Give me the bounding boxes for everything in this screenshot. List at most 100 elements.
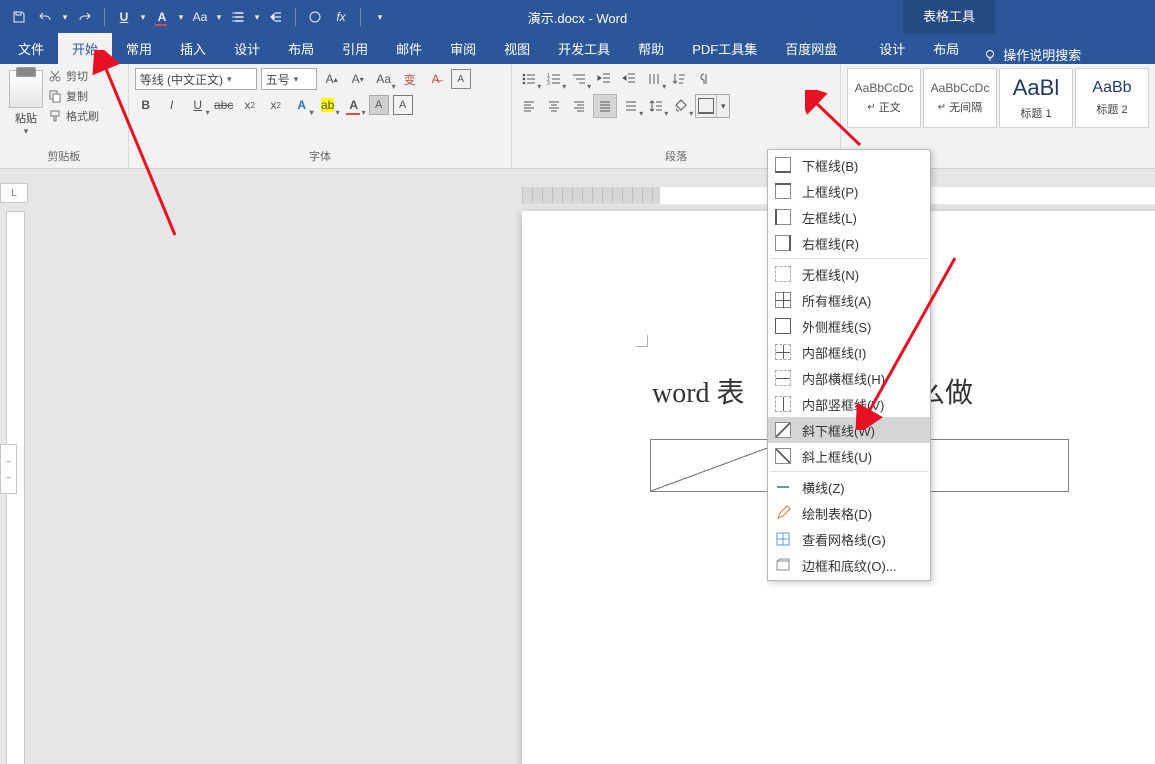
menu-borders-shading[interactable]: 边框和底纹(O)... [768, 552, 930, 578]
tab-help[interactable]: 帮助 [624, 33, 678, 64]
sort-button[interactable] [668, 68, 690, 90]
menu-border-diag-up[interactable]: 斜上框线(U) [768, 443, 930, 469]
list-dd-icon[interactable]: ▾ [253, 6, 261, 28]
quick-access-toolbar: ▾ U ▾ A ▾ Aa ▾ ▾ fx ▾ [0, 6, 391, 28]
multilevel-button[interactable]: ▾ [568, 68, 590, 90]
tab-mailings[interactable]: 邮件 [382, 33, 436, 64]
tab-table-design[interactable]: 设计 [865, 33, 919, 64]
save-icon[interactable] [8, 6, 30, 28]
cut-button[interactable]: 剪切 [48, 68, 99, 84]
changecase-dd-icon[interactable]: ▾ [215, 6, 223, 28]
hline-icon [774, 478, 792, 496]
tab-view[interactable]: 视图 [490, 33, 544, 64]
menu-border-left[interactable]: 左框线(L) [768, 204, 930, 230]
qat-customize-icon[interactable]: ▾ [369, 6, 391, 28]
indent-qat-icon[interactable] [265, 6, 287, 28]
decrease-indent-button[interactable] [593, 68, 615, 90]
tell-me-search[interactable]: 操作说明搜索 [983, 45, 1081, 64]
split-handle[interactable]: –– [0, 444, 17, 494]
menu-border-all[interactable]: 所有框线(A) [768, 287, 930, 313]
distribute-button[interactable]: ▾ [620, 95, 642, 117]
text-effects-button[interactable]: A▾ [291, 94, 313, 116]
menu-border-diag-down[interactable]: 斜下框线(W) [768, 417, 930, 443]
tab-layout[interactable]: 布局 [274, 33, 328, 64]
style-heading2[interactable]: AaBb 标题 2 [1075, 68, 1149, 128]
enclose-char-button[interactable]: A [451, 69, 471, 89]
borders-split-button[interactable]: ▾ [695, 94, 730, 118]
style-nospace[interactable]: AaBbCcDc ↵无间隔 [923, 68, 997, 128]
menu-border-bottom[interactable]: 下框线(B) [768, 152, 930, 178]
bold-button[interactable]: B [135, 94, 157, 116]
format-painter-button[interactable]: 格式刷 [48, 108, 99, 124]
changecase-qat-icon[interactable]: Aa [189, 6, 211, 28]
menu-border-none[interactable]: 无框线(N) [768, 261, 930, 287]
text-direction-button[interactable]: ▾ [643, 68, 665, 90]
undo-icon[interactable] [34, 6, 56, 28]
justify-button[interactable] [593, 94, 617, 118]
tab-pdf[interactable]: PDF工具集 [678, 33, 771, 64]
change-case-button[interactable]: Aa▾ [373, 68, 395, 90]
font-size-combo[interactable]: 五号▾ [261, 68, 317, 90]
borders-dropdown-arrow[interactable]: ▾ [716, 95, 729, 117]
redo-icon[interactable] [74, 6, 96, 28]
menu-border-inside-h[interactable]: 内部横框线(H) [768, 365, 930, 391]
tab-common[interactable]: 常用 [112, 33, 166, 64]
underline-button[interactable]: U▾ [187, 94, 209, 116]
font-name-combo[interactable]: 等线 (中文正文)▾ [135, 68, 257, 90]
copy-button[interactable]: 复制 [48, 88, 99, 104]
menu-border-inside[interactable]: 内部框线(I) [768, 339, 930, 365]
grow-font-button[interactable]: A▴ [321, 68, 343, 90]
highlight-button[interactable]: ab▾ [317, 94, 339, 116]
tab-file[interactable]: 文件 [4, 33, 58, 64]
tab-table-layout[interactable]: 布局 [919, 33, 973, 64]
tab-insert[interactable]: 插入 [166, 33, 220, 64]
subscript-button[interactable]: x2 [239, 94, 261, 116]
style-heading1[interactable]: AaBl 标题 1 [999, 68, 1073, 128]
font-color-button[interactable]: A▾ [343, 94, 365, 116]
menu-border-right[interactable]: 右框线(R) [768, 230, 930, 256]
menu-view-gridlines[interactable]: 查看网格线(G) [768, 526, 930, 552]
underline-dd-icon[interactable]: ▾ [139, 6, 147, 28]
show-marks-button[interactable] [693, 68, 715, 90]
menu-horizontal-line[interactable]: 横线(Z) [768, 474, 930, 500]
align-center-button[interactable] [543, 95, 565, 117]
fontcolor-qat-icon[interactable]: A [151, 6, 173, 28]
table-cell[interactable] [930, 440, 1068, 491]
char-shading-button[interactable]: A [369, 95, 389, 115]
tab-developer[interactable]: 开发工具 [544, 33, 624, 64]
paste-button[interactable]: 粘贴 ▾ [6, 68, 46, 137]
menu-border-inside-v[interactable]: 内部竖框线(V) [768, 391, 930, 417]
numbering-button[interactable]: 123▾ [543, 68, 565, 90]
undo-dropdown-icon[interactable]: ▾ [60, 6, 70, 28]
shading-button[interactable]: ▾ [670, 95, 692, 117]
char-border-button[interactable]: A [393, 95, 413, 115]
italic-button[interactable]: I [161, 94, 183, 116]
tab-review[interactable]: 审阅 [436, 33, 490, 64]
grid-icon [774, 530, 792, 548]
fx-qat-icon[interactable]: fx [330, 6, 352, 28]
line-spacing-button[interactable]: ▾ [645, 95, 667, 117]
menu-border-outside[interactable]: 外侧框线(S) [768, 313, 930, 339]
align-right-button[interactable] [568, 95, 590, 117]
clear-formatting-button[interactable]: A̶ [425, 68, 447, 90]
tab-home[interactable]: 开始 [58, 33, 112, 64]
menu-draw-table[interactable]: 绘制表格(D) [768, 500, 930, 526]
phonetic-button[interactable]: 变 [399, 68, 421, 90]
paste-icon [9, 70, 43, 108]
strikethrough-button[interactable]: abc [213, 94, 235, 116]
increase-indent-button[interactable] [618, 68, 640, 90]
fontcolor-dd-icon[interactable]: ▾ [177, 6, 185, 28]
circle-qat-icon[interactable] [304, 6, 326, 28]
style-normal[interactable]: AaBbCcDc ↵正文 [847, 68, 921, 128]
bullets-button[interactable]: ▾ [518, 68, 540, 90]
tab-design[interactable]: 设计 [220, 33, 274, 64]
tab-references[interactable]: 引用 [328, 33, 382, 64]
margin-corner-icon [630, 329, 648, 347]
shrink-font-button[interactable]: A▾ [347, 68, 369, 90]
tab-baidu[interactable]: 百度网盘 [771, 33, 851, 64]
menu-border-top[interactable]: 上框线(P) [768, 178, 930, 204]
list-qat-icon[interactable] [227, 6, 249, 28]
align-left-button[interactable] [518, 95, 540, 117]
underline-qat-icon[interactable]: U [113, 6, 135, 28]
superscript-button[interactable]: x2 [265, 94, 287, 116]
